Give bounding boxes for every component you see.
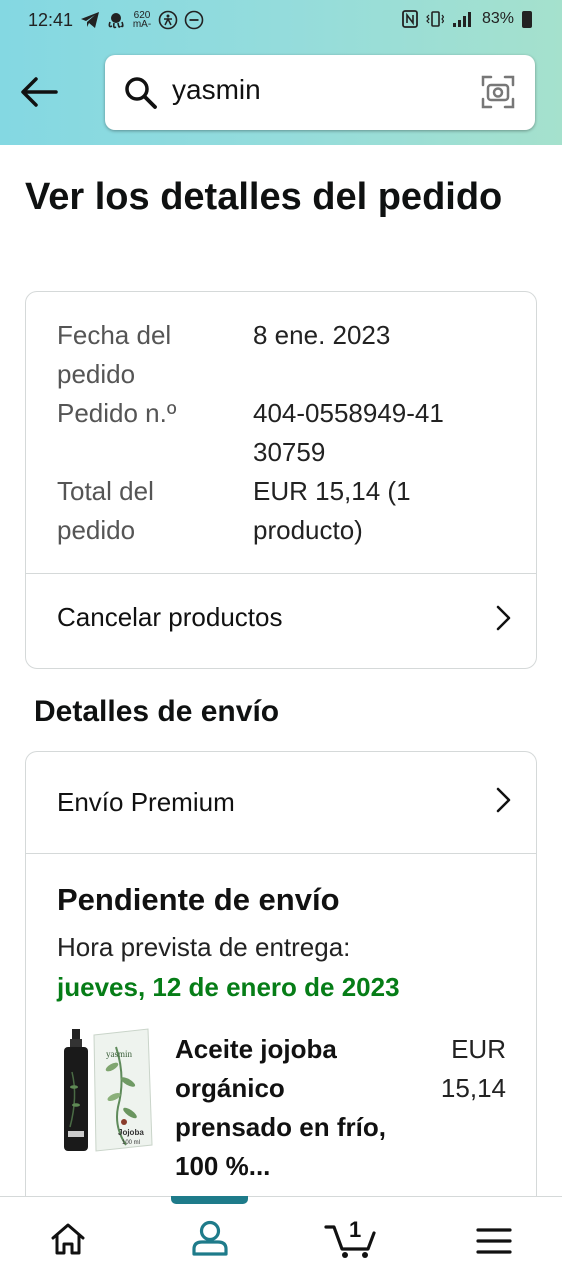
search-query[interactable]: yasmin xyxy=(172,74,261,106)
product-title-link[interactable]: Aceite jojoba orgánico prensado en frío,… xyxy=(175,1030,390,1186)
back-arrow-icon[interactable] xyxy=(20,74,60,110)
nav-home[interactable] xyxy=(0,1197,140,1280)
order-date-value: 8 ene. 2023 xyxy=(253,320,391,350)
product-price: EUR 15,14 xyxy=(440,1034,506,1103)
search-icon xyxy=(125,77,157,109)
order-total-value: EUR 15,14 (1 producto) xyxy=(253,476,411,545)
search-input[interactable]: yasmin xyxy=(105,55,535,130)
home-icon xyxy=(51,1223,85,1255)
order-number-value: 404-0558949-4130759 xyxy=(253,398,444,467)
divider xyxy=(26,573,536,574)
order-number-label: Pedido n.º xyxy=(57,398,177,428)
divider xyxy=(26,853,536,854)
shipping-card: Envío Premium Pendiente de envío Hora pr… xyxy=(25,751,537,1211)
person-icon xyxy=(192,1220,228,1256)
order-info-card: Fecha del pedido 8 ene. 2023 Pedido n.º … xyxy=(25,291,537,669)
hamburger-menu-icon xyxy=(476,1228,512,1254)
chevron-right-icon[interactable] xyxy=(493,786,513,814)
signal-icon xyxy=(452,12,471,27)
cart-count-badge: 1 xyxy=(349,1217,362,1242)
eta-label: Hora prevista de entrega: xyxy=(57,932,351,962)
vibrate-icon xyxy=(426,11,444,27)
nfc-icon xyxy=(402,10,418,28)
nav-account[interactable] xyxy=(140,1197,280,1280)
telegram-icon xyxy=(81,12,99,28)
do-not-disturb-icon xyxy=(184,10,204,30)
product-image-label: Jojoba xyxy=(118,1128,144,1137)
status-time: 12:41 xyxy=(28,10,74,30)
active-tab-indicator xyxy=(171,1196,248,1204)
eta-date: jueves, 12 de enero de 2023 xyxy=(57,972,400,1002)
octopus-icon xyxy=(108,13,124,29)
accessibility-icon xyxy=(158,10,178,30)
shipping-method-link[interactable]: Envío Premium xyxy=(57,787,235,818)
shipping-section-title: Detalles de envío xyxy=(34,695,280,728)
status-bar: 12:41 620 mA- 83% xyxy=(0,8,562,34)
current-indicator: 620 mA- xyxy=(132,10,152,30)
nav-menu[interactable] xyxy=(420,1197,560,1280)
cancel-products-link[interactable]: Cancelar productos xyxy=(57,602,282,633)
battery-level: 83% xyxy=(481,10,514,27)
order-total-label: Total del pedido xyxy=(57,476,154,545)
order-date-label: Fecha del pedido xyxy=(57,320,172,389)
battery-icon xyxy=(522,10,532,28)
product-image[interactable]: yasmin Jojoba 100 ml xyxy=(56,1027,154,1157)
bottom-navigation xyxy=(0,1196,562,1280)
product-brand: yasmin xyxy=(106,1049,132,1059)
header-bar: 12:41 620 mA- 83% yasmin xyxy=(0,0,562,145)
camera-scan-icon[interactable] xyxy=(481,75,515,109)
shipment-status-title: Pendiente de envío xyxy=(57,882,340,917)
page-title: Ver los detalles del pedido xyxy=(25,176,503,218)
chevron-right-icon[interactable] xyxy=(493,604,513,632)
product-image-size: 100 ml xyxy=(122,1140,140,1146)
